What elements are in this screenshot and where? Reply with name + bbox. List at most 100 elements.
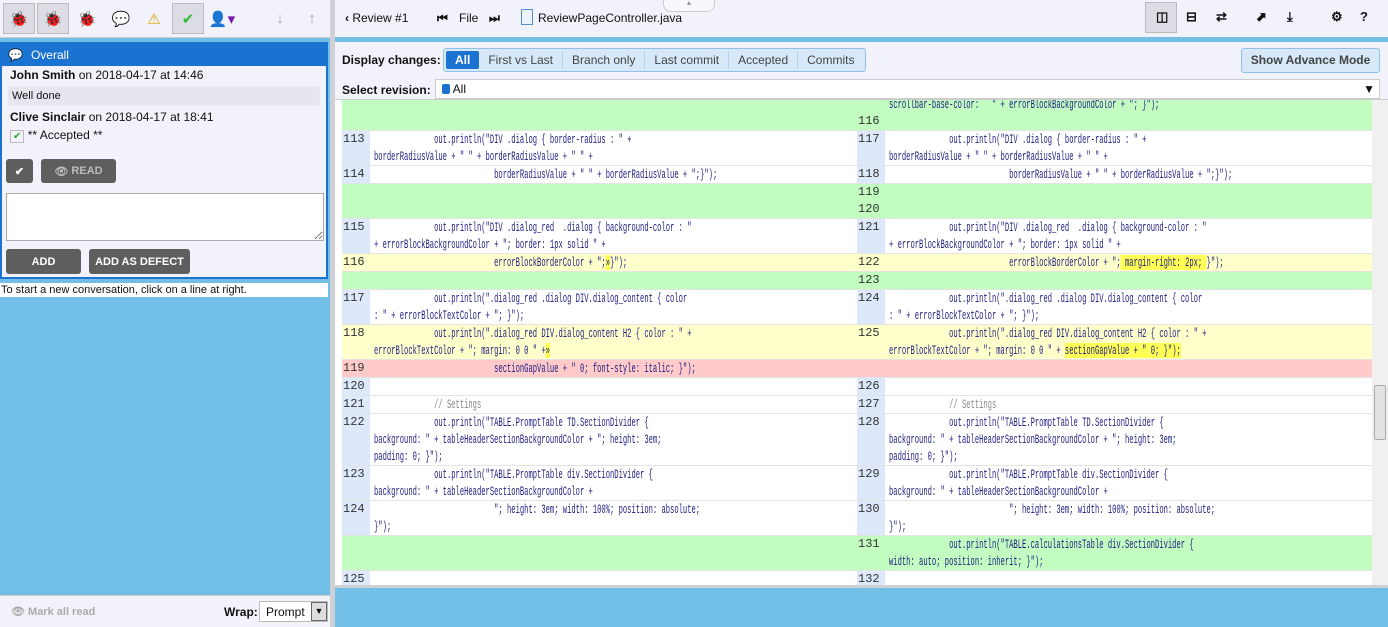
code-line: borderRadiusValue + " " + borderRadiusVa… — [889, 167, 1233, 182]
line-number: 119 — [858, 185, 880, 199]
mark-resolved-button[interactable]: ✔ — [6, 159, 33, 183]
diff-right-side: 121 out.println("DIV .dialog_red .dialog… — [857, 219, 1372, 253]
diff-row[interactable]: 116 scrollbar-base-color: " + errorBlockB… — [342, 100, 1372, 131]
wrap-select[interactable]: Prompt ▼ — [259, 601, 328, 622]
open-external-icon[interactable]: ⬈ — [1256, 9, 1267, 25]
back-to-review-link[interactable]: ‹ Review #1 — [345, 11, 408, 25]
collapse-header-handle[interactable]: ▲ — [663, 0, 715, 12]
mark-all-read-label: Mark all read — [28, 606, 96, 618]
comment-meta: on 2018-04-17 at 14:46 — [78, 68, 204, 82]
mark-all-read-button[interactable]: 👁 Mark all read — [11, 605, 95, 618]
code-line: sectionGapValue + " 0; font-style: itali… — [374, 361, 696, 376]
code-line: out.println("DIV .dialog_red .dialog { b… — [889, 220, 1207, 235]
swap-icon[interactable]: ⇄ — [1216, 9, 1227, 25]
diff-row[interactable]: 115 out.println("DIV .dialog_red .dialog… — [342, 219, 1372, 254]
line-number-gutter: 122 — [857, 254, 885, 271]
line-number: 116 — [343, 255, 365, 269]
accepted-check-icon[interactable]: ✔ — [172, 3, 204, 34]
show-advance-mode-button[interactable]: Show Advance Mode — [1241, 48, 1380, 73]
line-number-gutter: 119 — [342, 360, 370, 377]
next-file-icon[interactable]: ⏭ — [489, 11, 500, 26]
diff-row[interactable]: 116 errorBlockBorderColor + ";»}"); 122 e… — [342, 254, 1372, 272]
add-button[interactable]: ADD — [6, 249, 81, 274]
diff-row[interactable]: 119 120 — [342, 184, 1372, 219]
diff-row[interactable]: 123 — [342, 272, 1372, 290]
bug-red-icon[interactable]: 🐞 — [3, 3, 35, 34]
code-cell: errorBlockBorderColor + "; margin-right:… — [885, 254, 1372, 271]
gear-icon[interactable]: ⚙ — [1331, 9, 1343, 25]
filter-last-commit[interactable]: Last commit — [645, 51, 730, 69]
line-number: 132 — [858, 572, 880, 585]
bug-forward-icon[interactable]: 🐞 — [71, 3, 103, 34]
arrow-down-icon[interactable]: ↓ — [264, 3, 296, 34]
comment-input[interactable] — [6, 193, 324, 241]
code-line: + errorBlockBackgroundColor + "; border:… — [889, 237, 1121, 252]
comments-icon[interactable]: 💬 — [105, 3, 137, 34]
diff-row[interactable]: 118 out.println(".dialog_red DIV.dialog_… — [342, 325, 1372, 360]
unified-view-icon[interactable]: ⊟ — [1186, 9, 1197, 25]
diff-right-side: 118 borderRadiusValue + " " + borderRadi… — [857, 166, 1372, 183]
warning-icon[interactable]: ⚠ — [138, 3, 170, 34]
diff-row[interactable]: 122 out.println("TABLE.PromptTable TD.Se… — [342, 414, 1372, 466]
user-dropdown-icon[interactable]: 👤▾ — [206, 3, 238, 34]
bug-accepted-icon[interactable]: 🐞 — [37, 3, 69, 34]
line-number-gutter: 114 — [342, 166, 370, 183]
read-button[interactable]: 👁 READ — [41, 159, 116, 183]
line-number-gutter — [342, 272, 370, 289]
eye-icon: 👁 — [54, 165, 69, 178]
add-as-defect-button[interactable]: ADD AS DEFECT — [89, 249, 190, 274]
side-by-side-view-button[interactable]: ◫ — [1145, 2, 1177, 33]
diff-right-side: 119 120 — [857, 184, 1372, 218]
diff-row[interactable]: 114 borderRadiusValue + " " + borderRadi… — [342, 166, 1372, 184]
code-cell: borderRadiusValue + " " + borderRadiusVa… — [370, 166, 857, 183]
previous-file-icon[interactable]: ⏮ — [437, 11, 448, 26]
line-number-gutter: 126 — [857, 378, 885, 395]
diff-row[interactable]: 125 132 — [342, 571, 1372, 585]
filter-commits[interactable]: Commits — [798, 51, 863, 69]
line-number-gutter: 116 — [857, 100, 885, 130]
filter-accepted[interactable]: Accepted — [729, 51, 799, 69]
revision-select[interactable]: All ▼ — [435, 79, 1380, 99]
code-line: // Settings — [374, 396, 857, 413]
line-number: 123 — [858, 273, 880, 287]
diff-row[interactable]: 120 126 — [342, 378, 1372, 396]
vertical-scrollbar[interactable] — [1372, 100, 1388, 585]
line-number: 116 — [858, 114, 880, 128]
diff-row[interactable]: 117 out.println(".dialog_red .dialog DIV… — [342, 290, 1372, 325]
diff-row[interactable]: 121 // Settings 127 // Settings — [342, 396, 1372, 414]
diff-row[interactable]: 113 out.println("DIV .dialog { border-ra… — [342, 131, 1372, 166]
line-number-gutter: 132 — [857, 571, 885, 585]
diff-row[interactable]: 123 out.println("TABLE.PromptTable div.S… — [342, 466, 1372, 501]
chevron-left-icon: ‹ — [345, 11, 349, 25]
download-icon[interactable]: ⤓ — [1287, 9, 1293, 25]
line-number-gutter: 130 — [857, 501, 885, 535]
line-number-gutter: 120 — [342, 378, 370, 395]
code-line: errorBlockBorderColor + "; margin-right:… — [889, 254, 1372, 271]
line-number-gutter: 113 — [342, 131, 370, 165]
arrow-up-icon[interactable]: ↑ — [296, 3, 328, 34]
diff-row[interactable]: 124 "; height: 3em; width: 100%; positio… — [342, 501, 1372, 536]
line-number: 115 — [343, 220, 365, 234]
change-highlight: margin-right: 2px; — [1120, 255, 1207, 270]
filter-bar: Display changes: All First vs Last Branc… — [335, 42, 1388, 100]
revision-value: All — [452, 82, 467, 96]
file-name: ReviewPageController.java — [538, 11, 683, 25]
code-line: out.println("DIV .dialog { border-radius… — [374, 132, 632, 147]
filter-branch-only[interactable]: Branch only — [563, 51, 646, 69]
line-number — [343, 536, 370, 553]
filter-first-vs-last[interactable]: First vs Last — [479, 51, 564, 69]
code-cell: out.println("DIV .dialog { border-radius… — [370, 131, 857, 165]
code-line: errorBlockBorderColor + ";»}"); — [374, 254, 857, 271]
diff-row[interactable]: 119 sectionGapValue + " 0; font-style: i… — [342, 360, 1372, 378]
line-number: 125 — [858, 326, 880, 340]
diff-row[interactable]: 131 out.println("TABLE.calculationsTable… — [342, 536, 1372, 571]
scrollbar-thumb[interactable] — [1374, 385, 1386, 440]
line-number — [343, 201, 370, 218]
diff-left-side: 125 — [342, 571, 857, 585]
code-line: "; height: 3em; width: 100%; position: a… — [889, 502, 1216, 517]
help-icon[interactable]: ? — [1360, 9, 1368, 24]
filter-all[interactable]: All — [446, 51, 480, 69]
